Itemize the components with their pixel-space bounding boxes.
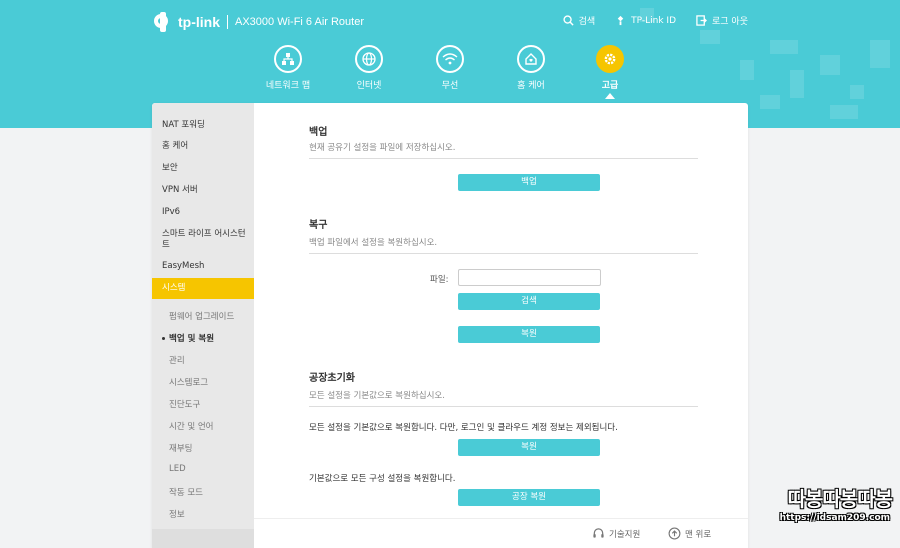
decor-block: [760, 95, 780, 109]
sidebar-item-ipv6[interactable]: IPv6: [162, 207, 250, 218]
logout-icon: [696, 15, 708, 26]
nav-internet-label: 인터넷: [356, 81, 382, 91]
file-label: 파일:: [430, 275, 449, 285]
restore-desc: 백업 파일에서 설정을 복원하십시오.: [309, 236, 698, 254]
sidebar-sub-backup-restore-label: 백업 및 복원: [169, 334, 215, 344]
sidebar-item-system[interactable]: 시스템: [152, 278, 254, 299]
headset-icon: [593, 528, 604, 538]
nav-advanced[interactable]: 고급: [575, 45, 645, 99]
decor-block: [770, 40, 798, 54]
search-link-label: 검색: [578, 17, 596, 27]
model-name: AX3000 Wi-Fi 6 Air Router: [235, 16, 364, 28]
browse-button[interactable]: 검색: [458, 293, 600, 310]
file-path-input[interactable]: [458, 269, 601, 286]
support-link[interactable]: 기술지원: [592, 527, 640, 540]
watermark-url: https://idsam209.com: [779, 513, 890, 523]
tplink-logo-icon: [152, 10, 176, 34]
watermark-text: 따봉따봉따봉: [787, 487, 893, 511]
globe-icon: [355, 45, 383, 73]
tplink-id-link[interactable]: TP-Link ID: [615, 14, 676, 27]
factory-note-full: 기본값으로 모든 구성 설정을 복원합니다.: [309, 474, 456, 484]
nav-advanced-label: 고급: [601, 81, 619, 91]
nav-internet[interactable]: 인터넷: [334, 45, 404, 91]
nav-network-map[interactable]: 네트워크 맵: [253, 45, 323, 91]
sidebar-sub-syslog[interactable]: 시스템로그: [169, 376, 208, 388]
sidebar-item-easymesh[interactable]: EasyMesh: [162, 261, 250, 272]
sidebar-item-nat[interactable]: NAT 포워딩: [162, 120, 250, 131]
search-icon: [563, 15, 574, 26]
nav-wireless-label: 무선: [441, 81, 459, 91]
back-to-top-link[interactable]: 맨 위로: [668, 527, 711, 540]
gear-icon: [596, 45, 624, 73]
sidebar-sub-admin[interactable]: 관리: [169, 354, 185, 366]
factory-title: 공장초기화: [309, 373, 355, 384]
logout-label: 로그 아웃: [712, 17, 748, 27]
factory-reset-button[interactable]: 공장 복원: [458, 489, 600, 506]
sidebar-item-vpn[interactable]: VPN 서버: [162, 185, 250, 196]
tplink-id-label: TP-Link ID: [631, 15, 677, 26]
decor-block: [820, 55, 840, 75]
decor-block: [790, 70, 804, 98]
content-area: 백업 현재 공유기 설정을 파일에 저장하십시오. 백업 복구 백업 파일에서 …: [254, 103, 748, 548]
sidebar: NAT 포워딩 홈 케어 보안 VPN 서버 IPv6 스마트 라이프 어시스턴…: [152, 103, 254, 529]
sidebar-sub-operation-mode[interactable]: 작동 모드: [169, 486, 203, 498]
sidebar-sub-reboot[interactable]: 재부팅: [169, 442, 192, 454]
sidebar-sub-led[interactable]: LED: [169, 464, 186, 474]
nav-home-care-label: 홈 케어: [517, 81, 545, 91]
arrow-up-icon: [668, 527, 681, 540]
backup-button[interactable]: 백업: [458, 174, 600, 191]
sidebar-sub-firmware[interactable]: 펌웨어 업그레이드: [169, 310, 234, 322]
decor-block: [700, 30, 720, 44]
main-nav: 네트워크 맵 인터넷 무선 홈 케어 고급: [253, 45, 633, 99]
decor-block: [850, 85, 864, 99]
decor-block: [740, 60, 754, 80]
sidebar-footer: [152, 529, 254, 548]
sidebar-sub-backup-restore[interactable]: 백업 및 복원: [162, 332, 214, 344]
backup-desc: 현재 공유기 설정을 파일에 저장하십시오.: [309, 141, 698, 159]
nav-network-map-label: 네트워크 맵: [265, 81, 311, 91]
brand-logo: tp-link AX3000 Wi-Fi 6 Air Router: [152, 10, 364, 34]
factory-restore-button[interactable]: 복원: [458, 439, 600, 456]
sidebar-item-smart-life[interactable]: 스마트 라이프 어시스턴트: [162, 229, 250, 251]
decor-block: [830, 105, 858, 119]
factory-note-keep-login: 모든 설정을 기본값으로 복원합니다. 다만, 로그인 및 클라우드 계정 정보…: [309, 423, 618, 433]
factory-desc: 모든 설정을 기본값으로 복원하십시오.: [309, 389, 698, 407]
back-to-top-label: 맨 위로: [685, 529, 712, 540]
footer-bar: 기술지원 맨 위로: [254, 518, 748, 548]
sidebar-sub-about[interactable]: 정보: [169, 508, 185, 520]
sidebar-sub-diagnostics[interactable]: 진단도구: [169, 398, 200, 410]
decor-block: [870, 40, 890, 68]
nav-wireless[interactable]: 무선: [415, 45, 485, 91]
network-map-icon: [274, 45, 302, 73]
tplink-id-icon: [617, 15, 624, 26]
sidebar-item-security[interactable]: 보안: [162, 163, 250, 174]
logo-divider: [227, 15, 228, 29]
support-label: 기술지원: [609, 529, 641, 540]
search-link[interactable]: 검색: [563, 14, 596, 27]
restore-title: 복구: [309, 220, 328, 231]
main-panel: NAT 포워딩 홈 케어 보안 VPN 서버 IPv6 스마트 라이프 어시스턴…: [152, 103, 748, 548]
sidebar-item-home-care[interactable]: 홈 케어: [162, 141, 250, 152]
backup-title: 백업: [309, 127, 328, 138]
home-care-icon: [517, 45, 545, 73]
top-links: 검색 TP-Link ID 로그 아웃: [543, 14, 748, 27]
current-dot: [162, 337, 165, 340]
logo-text: tp-link: [178, 14, 220, 30]
nav-home-care[interactable]: 홈 케어: [496, 45, 566, 91]
logout-link[interactable]: 로그 아웃: [696, 14, 748, 27]
wifi-icon: [436, 45, 464, 73]
sidebar-sub-time-language[interactable]: 시간 및 언어: [169, 420, 214, 432]
active-tab-indicator: [605, 93, 615, 99]
restore-button[interactable]: 복원: [458, 326, 600, 343]
